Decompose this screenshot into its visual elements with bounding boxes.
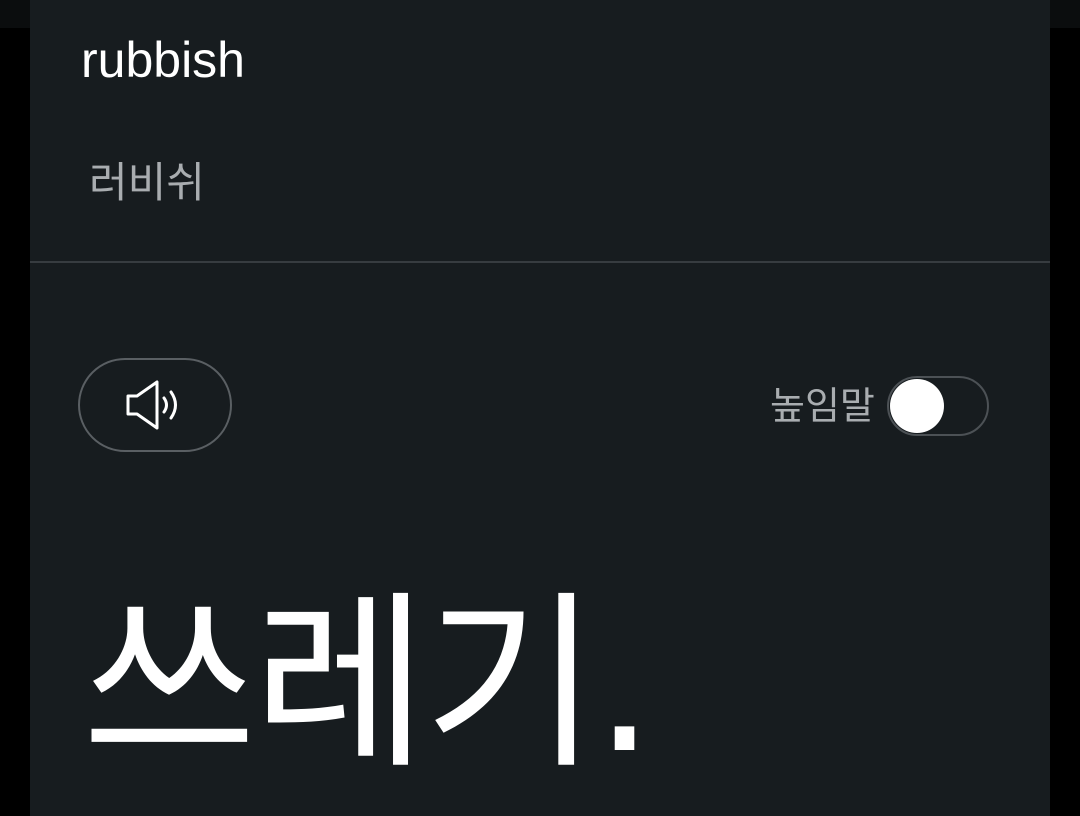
honorific-setting: 높임말 <box>770 375 989 437</box>
honorific-label: 높임말 <box>770 384 875 428</box>
source-word: rubbish <box>81 32 245 88</box>
speaker-sound-icon <box>126 380 177 430</box>
divider <box>30 261 1050 263</box>
toggle-knob <box>889 379 944 433</box>
dictionary-card: rubbish 러비쉬 높임말 쓰레기. <box>30 0 1050 816</box>
speak-button[interactable] <box>78 358 232 452</box>
honorific-toggle[interactable] <box>886 376 989 436</box>
translation-text: 쓰레기. <box>82 574 655 795</box>
pronunciation-text: 러비쉬 <box>89 158 205 207</box>
